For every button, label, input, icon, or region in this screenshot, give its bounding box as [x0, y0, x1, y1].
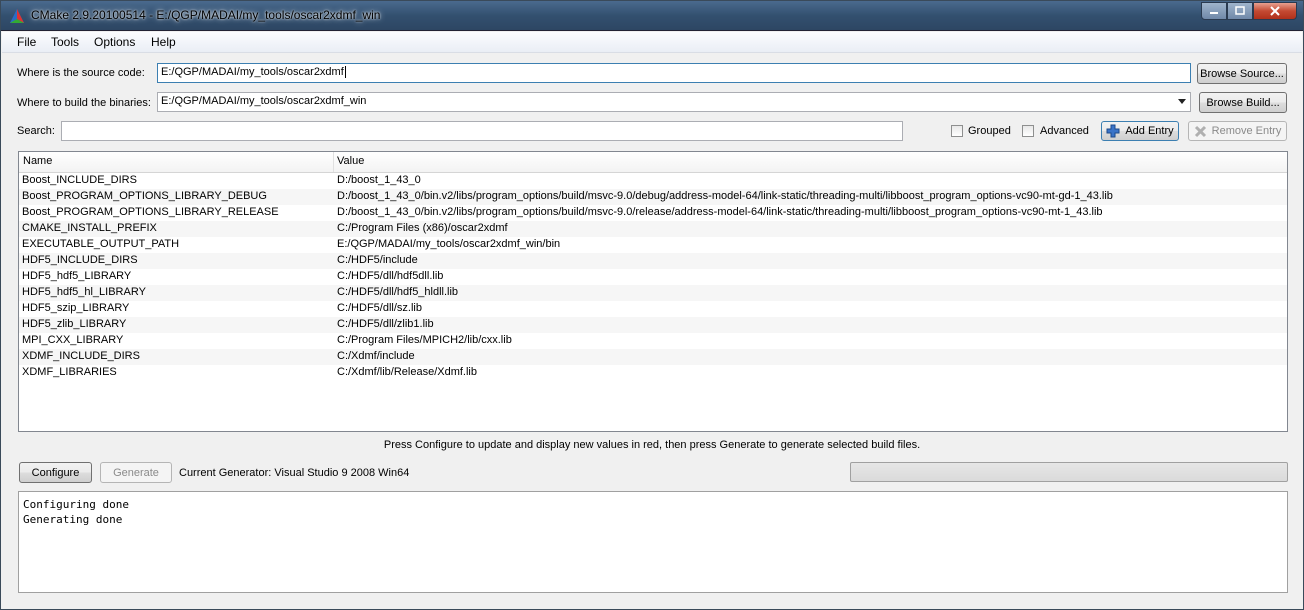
table-row[interactable]: HDF5_zlib_LIBRARY C:/HDF5/dll/zlib1.lib: [19, 317, 1287, 333]
grouped-label: Grouped: [968, 125, 1011, 137]
cell-value: C:/Xdmf/lib/Release/Xdmf.lib: [337, 366, 477, 378]
cell-name: MPI_CXX_LIBRARY: [22, 334, 124, 346]
close-icon: [1270, 6, 1280, 16]
maximize-icon: [1235, 6, 1245, 15]
cell-value: E:/QGP/MADAI/my_tools/oscar2xdmf_win/bin: [337, 238, 561, 250]
cell-value: D:/boost_1_43_0/bin.v2/libs/program_opti…: [337, 206, 1103, 218]
window-title: CMake 2.9.20100514 - E:/QGP/MADAI/my_too…: [31, 8, 381, 22]
cell-name: Boost_PROGRAM_OPTIONS_LIBRARY_RELEASE: [22, 206, 279, 218]
table-row[interactable]: XDMF_INCLUDE_DIRS C:/Xdmf/include: [19, 349, 1287, 365]
maximize-button[interactable]: [1227, 2, 1253, 20]
add-entry-button[interactable]: Add Entry: [1101, 121, 1179, 141]
advanced-checkbox[interactable]: [1022, 125, 1034, 137]
source-input[interactable]: E:/QGP/MADAI/my_tools/oscar2xdmf: [157, 63, 1191, 83]
progress-bar: [850, 462, 1288, 482]
browse-source-button[interactable]: Browse Source...: [1197, 63, 1287, 84]
header-value[interactable]: Value: [337, 155, 364, 167]
cell-value: C:/HDF5/dll/zlib1.lib: [337, 318, 434, 330]
header-name[interactable]: Name: [23, 155, 52, 167]
source-label: Where is the source code:: [17, 67, 145, 79]
cell-value: C:/HDF5/dll/sz.lib: [337, 302, 422, 314]
cell-name: HDF5_INCLUDE_DIRS: [22, 254, 138, 266]
remove-entry-button[interactable]: Remove Entry: [1188, 121, 1287, 141]
menu-help[interactable]: Help: [151, 35, 176, 49]
title-bar[interactable]: CMake 2.9.20100514 - E:/QGP/MADAI/my_too…: [1, 1, 1303, 31]
table-row[interactable]: MPI_CXX_LIBRARY C:/Program Files/MPICH2/l…: [19, 333, 1287, 349]
cell-name: HDF5_hdf5_hl_LIBRARY: [22, 286, 146, 298]
menu-options[interactable]: Options: [94, 35, 135, 49]
cell-name: CMAKE_INSTALL_PREFIX: [22, 222, 157, 234]
grouped-checkbox[interactable]: [951, 125, 963, 137]
output-line: Configuring done: [23, 498, 129, 511]
search-input[interactable]: [61, 121, 903, 141]
cell-value: D:/boost_1_43_0/bin.v2/libs/program_opti…: [337, 190, 1113, 202]
header-divider[interactable]: [333, 152, 334, 172]
table-row[interactable]: HDF5_hdf5_LIBRARY C:/HDF5/dll/hdf5dll.lib: [19, 269, 1287, 285]
cmake-window: CMake 2.9.20100514 - E:/QGP/MADAI/my_too…: [0, 0, 1304, 610]
cell-name: XDMF_LIBRARIES: [22, 366, 117, 378]
cell-value: C:/HDF5/include: [337, 254, 418, 266]
close-button[interactable]: [1253, 2, 1297, 20]
cell-name: Boost_INCLUDE_DIRS: [22, 174, 137, 186]
table-row[interactable]: Boost_PROGRAM_OPTIONS_LIBRARY_RELEASE D:/…: [19, 205, 1287, 221]
cell-name: HDF5_zlib_LIBRARY: [22, 318, 127, 330]
advanced-label: Advanced: [1040, 125, 1089, 137]
table-row[interactable]: HDF5_INCLUDE_DIRS C:/HDF5/include: [19, 253, 1287, 269]
remove-entry-label: Remove Entry: [1211, 125, 1282, 137]
table-row[interactable]: XDMF_LIBRARIES C:/Xdmf/lib/Release/Xdmf.l…: [19, 365, 1287, 381]
build-combo[interactable]: E:/QGP/MADAI/my_tools/oscar2xdmf_win: [157, 92, 1191, 112]
current-generator: Current Generator: Visual Studio 9 2008 …: [179, 467, 410, 479]
table-row[interactable]: Boost_PROGRAM_OPTIONS_LIBRARY_DEBUG D:/bo…: [19, 189, 1287, 205]
table-row[interactable]: EXECUTABLE_OUTPUT_PATH E:/QGP/MADAI/my_to…: [19, 237, 1287, 253]
cell-value: C:/Xdmf/include: [337, 350, 415, 362]
hint-text: Press Configure to update and display ne…: [383, 439, 921, 451]
cell-value: D:/boost_1_43_0: [337, 174, 421, 186]
chevron-down-icon[interactable]: [1178, 99, 1186, 105]
cell-value: C:/Program Files/MPICH2/lib/cxx.lib: [337, 334, 512, 346]
table-header: Name Value: [19, 152, 1287, 173]
table-row[interactable]: CMAKE_INSTALL_PREFIX C:/Program Files (x8…: [19, 221, 1287, 237]
minimize-icon: [1210, 12, 1218, 14]
minimize-button[interactable]: [1201, 2, 1227, 20]
cmake-triangle-icon: [10, 9, 24, 23]
output-log[interactable]: Configuring done Generating done: [18, 491, 1288, 593]
search-label: Search:: [17, 125, 55, 137]
remove-x-icon: [1194, 125, 1206, 137]
table-row[interactable]: Boost_INCLUDE_DIRS D:/boost_1_43_0: [19, 173, 1287, 189]
browse-build-button[interactable]: Browse Build...: [1199, 92, 1287, 113]
cell-name: XDMF_INCLUDE_DIRS: [22, 350, 140, 362]
cell-value: C:/HDF5/dll/hdf5_hldll.lib: [337, 286, 459, 298]
cell-value: C:/HDF5/dll/hdf5dll.lib: [337, 270, 444, 282]
output-line: Generating done: [23, 513, 123, 526]
build-label: Where to build the binaries:: [17, 97, 151, 109]
menu-tools[interactable]: Tools: [51, 35, 79, 49]
cell-name: EXECUTABLE_OUTPUT_PATH: [22, 238, 180, 250]
cell-name: Boost_PROGRAM_OPTIONS_LIBRARY_DEBUG: [22, 190, 267, 202]
add-entry-label: Add Entry: [1125, 125, 1174, 137]
generate-button[interactable]: Generate: [100, 462, 172, 483]
cell-name: HDF5_hdf5_LIBRARY: [22, 270, 132, 282]
cell-value: C:/Program Files (x86)/oscar2xdmf: [337, 222, 508, 234]
cell-name: HDF5_szip_LIBRARY: [22, 302, 130, 314]
window-controls: [1201, 2, 1297, 20]
menu-bar: File Tools Options Help: [2, 32, 1302, 53]
menu-file[interactable]: File: [17, 35, 36, 49]
table-row[interactable]: HDF5_hdf5_hl_LIBRARY C:/HDF5/dll/hdf5_hld…: [19, 285, 1287, 301]
cache-table[interactable]: Name Value Boost_INCLUDE_DIRS D:/boost_1_…: [18, 151, 1288, 432]
table-row[interactable]: HDF5_szip_LIBRARY C:/HDF5/dll/sz.lib: [19, 301, 1287, 317]
plus-icon: [1106, 124, 1120, 138]
table-rows: Boost_INCLUDE_DIRS D:/boost_1_43_0 Boost_P…: [19, 173, 1287, 381]
configure-button[interactable]: Configure: [19, 462, 92, 483]
